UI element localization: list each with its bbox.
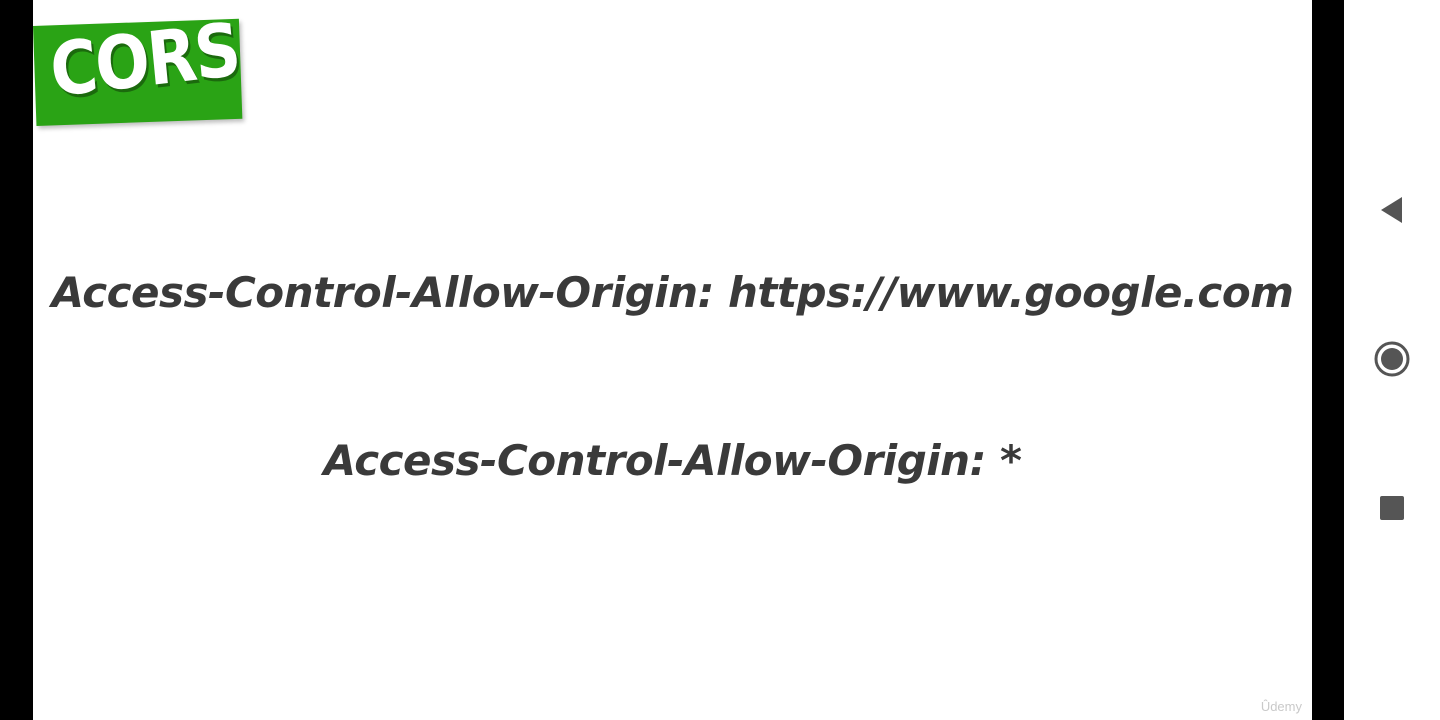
cors-badge: CORS — [33, 8, 243, 126]
header-wildcard-origin: Access-Control-Allow-Origin: * — [323, 436, 1022, 485]
header-specific-origin: Access-Control-Allow-Origin: https://www… — [51, 268, 1294, 317]
home-button[interactable] — [1372, 339, 1412, 379]
home-circle-icon — [1374, 341, 1410, 377]
back-triangle-icon — [1381, 197, 1402, 223]
udemy-watermark: Ûdemy — [1260, 699, 1302, 714]
lecture-slide: CORS Access-Control-Allow-Origin: https:… — [33, 0, 1312, 720]
badge-label: CORS — [46, 8, 243, 115]
back-button[interactable] — [1372, 190, 1412, 230]
recents-button[interactable] — [1372, 488, 1412, 528]
recents-square-icon — [1380, 496, 1404, 520]
android-navigation-bar — [1344, 0, 1440, 720]
screen: CORS Access-Control-Allow-Origin: https:… — [0, 0, 1440, 720]
